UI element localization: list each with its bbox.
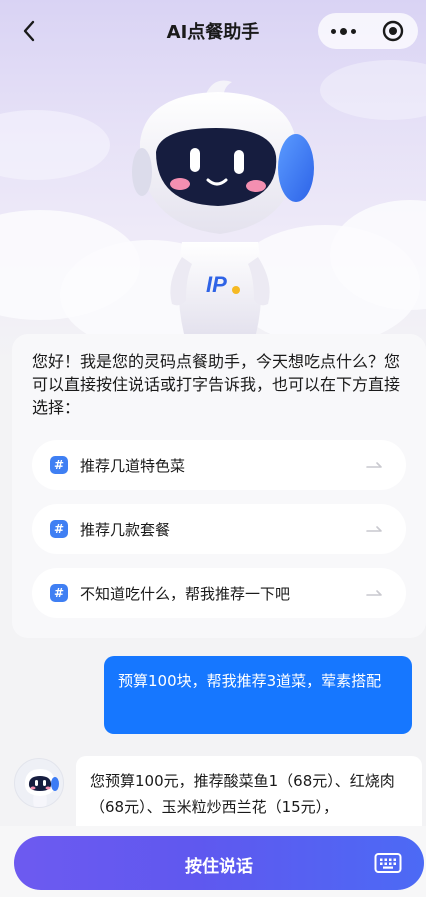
- bottom-bar: 按住说话: [0, 826, 426, 897]
- avatar: [14, 758, 64, 808]
- hold-to-talk-label: 按住说话: [185, 857, 253, 877]
- bot-message-bubble: 您预算100元，推荐酸菜鱼1（68元）、红烧肉（68元）、玉米粒炒西兰花（15元…: [76, 756, 422, 836]
- mascot-badge: IP: [206, 272, 227, 297]
- more-dots-icon: [350, 28, 356, 34]
- hash-icon: #: [50, 520, 68, 538]
- target-close-icon: [382, 20, 404, 42]
- option-label: 不知道吃什么，帮我推荐一下吧: [80, 585, 291, 603]
- hash-icon: #: [50, 456, 68, 474]
- close-mini-program-button[interactable]: [368, 13, 418, 49]
- cloud: [320, 60, 426, 120]
- hash-icon: #: [50, 584, 68, 602]
- navigation-bar: AI点餐助手: [0, 0, 426, 62]
- arrow-right-icon: [366, 462, 382, 468]
- option-recommend-me[interactable]: # 不知道吃什么，帮我推荐一下吧: [32, 568, 406, 618]
- more-dots-icon: [330, 28, 336, 34]
- mini-program-capsule: [318, 13, 418, 49]
- arrow-right-icon: [366, 526, 382, 532]
- option-label: 推荐几道特色菜: [80, 457, 186, 475]
- option-set-meals[interactable]: # 推荐几款套餐: [32, 504, 406, 554]
- user-message-bubble: 预算100块，帮我推荐3道菜，荤素搭配: [104, 656, 412, 734]
- more-button[interactable]: [318, 13, 368, 49]
- greeting-card: 您好！我是您的灵码点餐助手，今天想吃点什么？您可以直接按住说话或打字告诉我，也可…: [12, 334, 426, 638]
- hold-to-talk-button[interactable]: 按住说话: [14, 836, 424, 890]
- option-label: 推荐几款套餐: [80, 521, 171, 539]
- cloud: [0, 110, 110, 180]
- greeting-text: 您好！我是您的灵码点餐助手，今天想吃点什么？您可以直接按住说话或打字告诉我，也可…: [32, 352, 401, 417]
- keyboard-icon[interactable]: [374, 852, 402, 874]
- more-dots-icon: [339, 27, 347, 35]
- option-featured-dishes[interactable]: # 推荐几道特色菜: [32, 440, 406, 490]
- robot-mascot-icon: IP: [132, 80, 314, 334]
- arrow-right-icon: [366, 590, 382, 596]
- robot-avatar-icon: [24, 769, 59, 807]
